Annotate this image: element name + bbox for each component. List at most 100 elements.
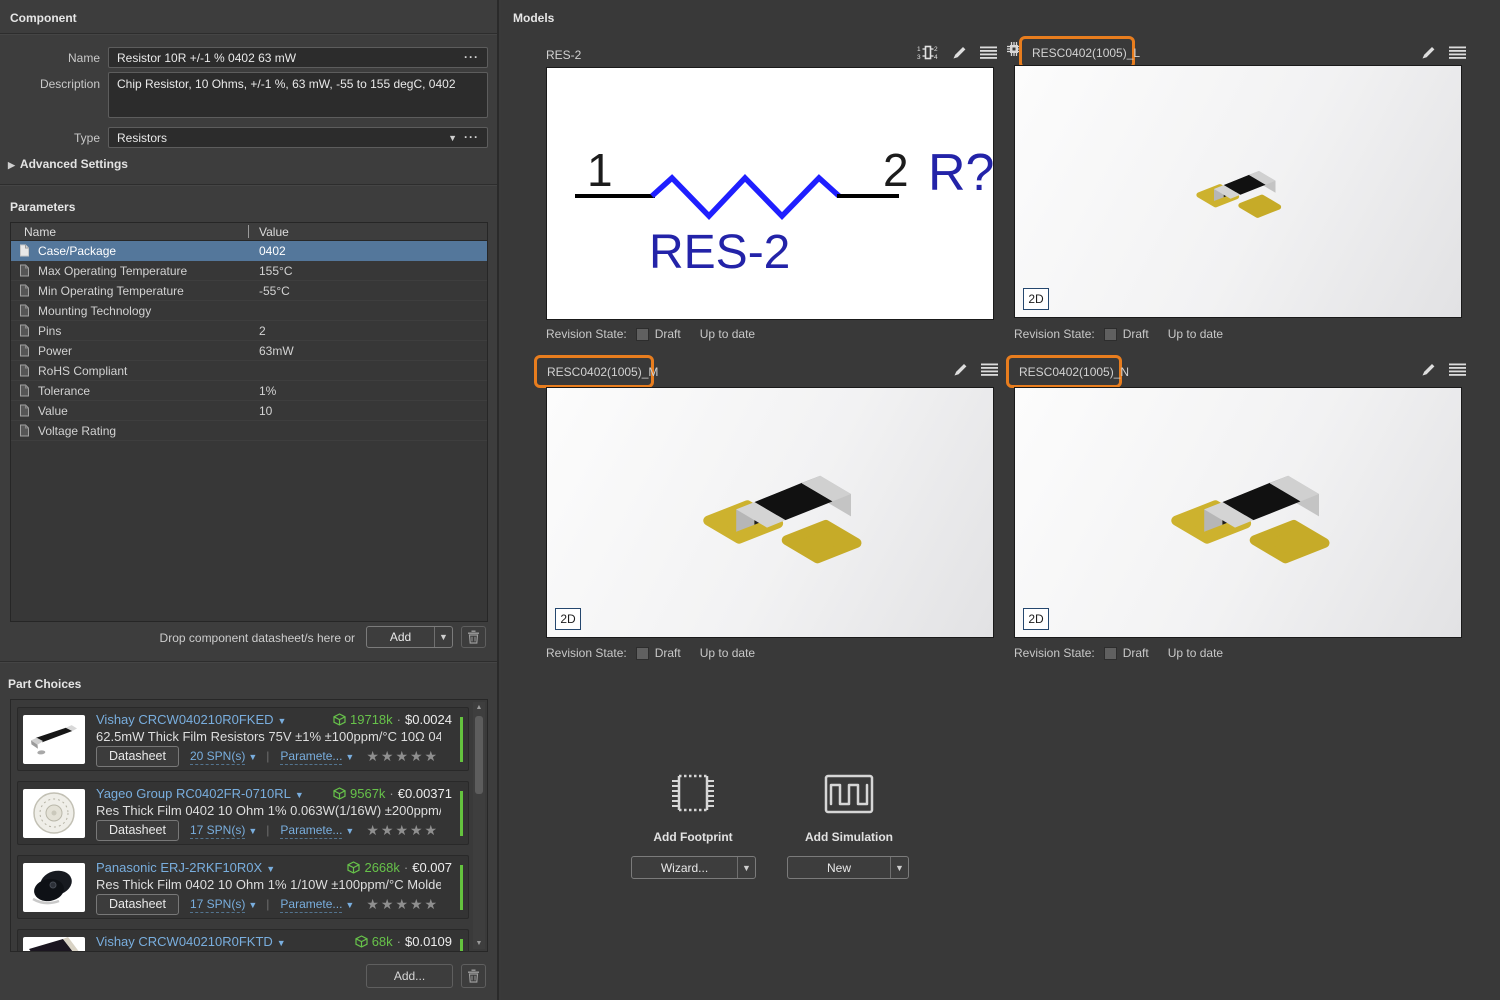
- scroll-up-icon[interactable]: ▲: [473, 704, 485, 711]
- parameter-icon: [20, 264, 29, 277]
- datasheet-button[interactable]: Datasheet: [96, 893, 179, 915]
- footprint-wizard-button[interactable]: Wizard... ▼: [631, 856, 756, 879]
- footprint-3d-preview-l[interactable]: 2D: [1014, 65, 1462, 318]
- revision-state-label: Revision State:: [546, 646, 627, 660]
- svg-text:4: 4: [934, 54, 938, 60]
- part-choice-row[interactable]: Vishay CRCW040210R0FKTD ▼ 68k · $0.0109: [17, 929, 469, 951]
- model-title-symbol[interactable]: RES-2: [546, 48, 581, 62]
- ellipsis-button[interactable]: ···: [464, 129, 479, 143]
- symbol-preview-canvas[interactable]: 1 2 R? RES-2: [546, 67, 994, 320]
- part-choices-scrollbar[interactable]: ▲ ▼: [473, 702, 485, 949]
- parameters-table-header[interactable]: Name Value: [11, 223, 487, 241]
- draft-label: Draft: [654, 327, 681, 341]
- edit-pencil-icon[interactable]: [953, 362, 968, 377]
- edit-pencil-icon[interactable]: [1421, 45, 1436, 60]
- parameter-row[interactable]: Power 63mW: [11, 341, 487, 361]
- draft-checkbox[interactable]: [635, 646, 649, 660]
- part-description: Res Thick Film 0402 10 Ohm 1% 0.063W(1/1…: [96, 803, 441, 818]
- revision-state-label: Revision State:: [546, 327, 627, 341]
- spn-dropdown[interactable]: 17 SPN(s) ▼: [189, 823, 257, 839]
- chevron-down-icon[interactable]: ▼: [434, 627, 452, 647]
- scroll-down-icon[interactable]: ▼: [473, 940, 485, 947]
- model-title-footprint-l[interactable]: RESC0402(1005)_L: [1032, 46, 1140, 60]
- parameter-row[interactable]: Voltage Rating: [11, 421, 487, 441]
- description-label: Description: [39, 77, 100, 91]
- rating-stars[interactable]: ★★★★★: [366, 822, 439, 839]
- add-datasheet-button[interactable]: Add ▼: [366, 626, 453, 648]
- menu-icon[interactable]: [980, 46, 997, 59]
- view-2d-label: 2D: [1028, 292, 1044, 306]
- column-header-value[interactable]: Value: [259, 225, 289, 239]
- chevron-down-icon[interactable]: ▼: [890, 857, 908, 878]
- datasheet-button[interactable]: Datasheet: [96, 745, 179, 767]
- parameters-table: Name Value Case/Package 0402 Max Operati…: [10, 222, 488, 622]
- new-simulation-button[interactable]: New ▼: [787, 856, 909, 879]
- pin-map-icon[interactable]: 1 3 2 4: [917, 45, 939, 60]
- model-title-footprint-n[interactable]: RESC0402(1005)_N: [1019, 365, 1129, 379]
- draft-checkbox[interactable]: [1103, 327, 1117, 341]
- ellipsis-button[interactable]: ···: [464, 49, 479, 63]
- resistor-3d-model: [1171, 475, 1330, 564]
- model-title-footprint-m[interactable]: RESC0402(1005)_M: [547, 365, 658, 379]
- spn-dropdown[interactable]: 20 SPN(s) ▼: [189, 749, 257, 765]
- parameters-dropdown[interactable]: Paramete... ▼: [280, 823, 354, 839]
- part-thumbnail: [23, 937, 85, 951]
- status-badge: Up to date: [1167, 327, 1224, 341]
- spn-dropdown[interactable]: 17 SPN(s) ▼: [189, 897, 257, 913]
- edit-pencil-icon[interactable]: [952, 45, 967, 60]
- part-title-link[interactable]: Yageo Group RC0402FR-0710RL ▼: [96, 786, 304, 801]
- view-2d-button[interactable]: 2D: [1023, 608, 1049, 630]
- parameter-row[interactable]: Case/Package 0402: [11, 241, 487, 261]
- footprint-3d-preview-m[interactable]: 2D: [546, 387, 994, 638]
- edit-pencil-icon[interactable]: [1421, 362, 1436, 377]
- part-title-link[interactable]: Vishay CRCW040210R0FKTD ▼: [96, 934, 286, 949]
- parameter-name: RoHS Compliant: [38, 364, 128, 378]
- draft-checkbox[interactable]: [1103, 646, 1117, 660]
- parameter-row[interactable]: Tolerance 1%: [11, 381, 487, 401]
- menu-icon[interactable]: [981, 363, 998, 376]
- lifecycle-indicator: [460, 939, 463, 951]
- part-title-link[interactable]: Panasonic ERJ-2RKF10R0X ▼: [96, 860, 275, 875]
- add-simulation-icon[interactable]: [823, 772, 875, 816]
- view-2d-button[interactable]: 2D: [555, 608, 581, 630]
- add-part-choice-button[interactable]: Add...: [366, 964, 453, 988]
- parameter-row[interactable]: Max Operating Temperature 155°C: [11, 261, 487, 281]
- scrollbar-thumb[interactable]: [475, 716, 483, 794]
- parameter-value: -55°C: [259, 284, 290, 298]
- rating-stars[interactable]: ★★★★★: [366, 896, 439, 913]
- delete-datasheet-button[interactable]: [461, 626, 486, 648]
- name-field[interactable]: Resistor 10R +/-1 % 0402 63 mW ···: [108, 47, 488, 68]
- menu-icon[interactable]: [1449, 363, 1466, 376]
- rating-stars[interactable]: ★★★★★: [366, 748, 439, 765]
- add-footprint-icon[interactable]: [665, 766, 721, 822]
- advanced-settings-toggle[interactable]: ▶ Advanced Settings: [8, 157, 128, 171]
- add-footprint-label: Add Footprint: [653, 830, 733, 844]
- parameters-dropdown[interactable]: Paramete... ▼: [280, 897, 354, 913]
- menu-icon[interactable]: [1449, 46, 1466, 59]
- chevron-down-icon[interactable]: ▼: [737, 857, 755, 878]
- column-divider[interactable]: [248, 225, 249, 238]
- supply-box-icon: [347, 861, 361, 874]
- parameter-row[interactable]: Mounting Technology: [11, 301, 487, 321]
- part-choice-row[interactable]: Vishay CRCW040210R0FKED ▼ 19718k · $0.002…: [17, 707, 469, 771]
- type-dropdown[interactable]: Resistors ▼ ···: [108, 127, 488, 148]
- draft-checkbox[interactable]: [635, 327, 649, 341]
- description-field[interactable]: Chip Resistor, 10 Ohms, +/-1 %, 63 mW, -…: [108, 72, 488, 118]
- part-choice-row[interactable]: Panasonic ERJ-2RKF10R0X ▼ 2668k · €0.007 …: [17, 855, 469, 919]
- parameter-row[interactable]: RoHS Compliant: [11, 361, 487, 381]
- parameter-row[interactable]: Pins 2: [11, 321, 487, 341]
- datasheet-button[interactable]: Datasheet: [96, 819, 179, 841]
- part-choice-row[interactable]: Yageo Group RC0402FR-0710RL ▼ 9567k · €0.…: [17, 781, 469, 845]
- parameter-row[interactable]: Min Operating Temperature -55°C: [11, 281, 487, 301]
- view-2d-button[interactable]: 2D: [1023, 288, 1049, 310]
- footprint-3d-preview-n[interactable]: 2D: [1014, 387, 1462, 638]
- part-title-link[interactable]: Vishay CRCW040210R0FKED ▼: [96, 712, 286, 727]
- trash-icon: [468, 630, 479, 644]
- parameter-icon: [20, 424, 29, 437]
- column-header-name[interactable]: Name: [24, 225, 56, 239]
- delete-part-choice-button[interactable]: [461, 964, 486, 988]
- parameter-value: 0402: [259, 244, 286, 258]
- parameter-row[interactable]: Value 10: [11, 401, 487, 421]
- status-badge: Up to date: [1167, 646, 1224, 660]
- parameters-dropdown[interactable]: Paramete... ▼: [280, 749, 354, 765]
